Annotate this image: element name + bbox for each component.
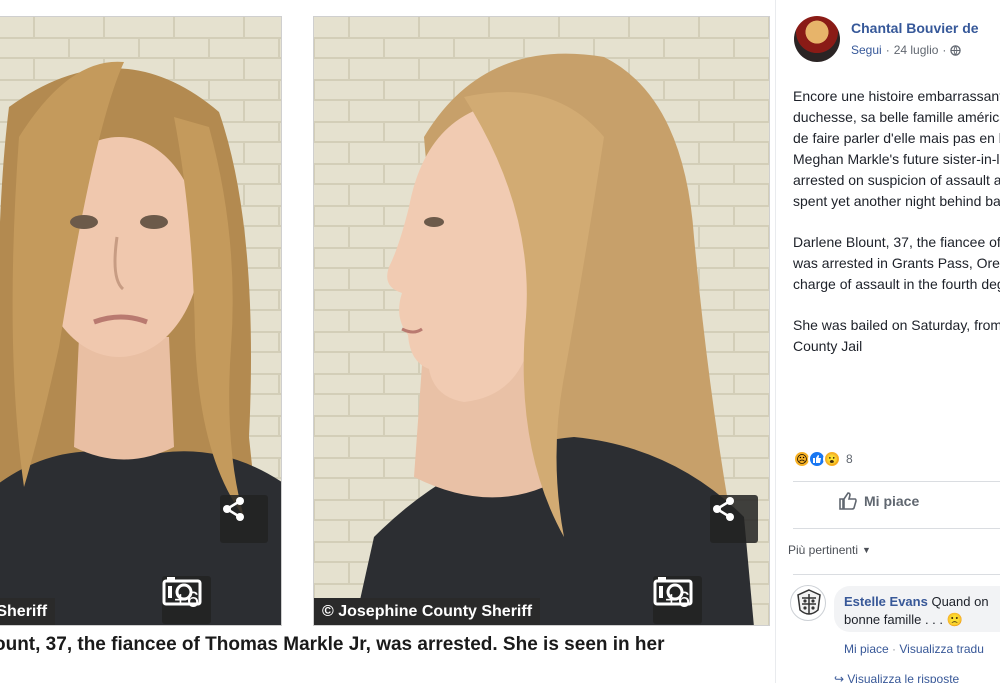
mugshot-profile-photo[interactable]: +6 © Josephine County Sheriff — [313, 16, 770, 626]
post-paragraph: She was bailed on Saturday, from Josephi… — [793, 317, 1000, 354]
comment-text-continued: bonne famille . . . — [844, 612, 943, 627]
gallery-button[interactable]: +6 — [653, 576, 703, 624]
reaction-count: 8 — [846, 452, 853, 466]
like-button[interactable]: Mi piace — [838, 491, 919, 511]
emoji-icon: 🙁 — [946, 612, 963, 627]
mugshot-front-photo[interactable]: +6 © Josephine County Sheriff — [0, 16, 282, 626]
follow-link[interactable]: Segui — [851, 43, 882, 57]
comment-author[interactable]: Estelle Evans — [844, 594, 928, 609]
view-replies-link[interactable]: ↪ Visualizza le risposte — [834, 672, 959, 683]
mugshot-profile-illustration — [314, 17, 769, 625]
divider — [793, 528, 1000, 529]
comment-filter-label: Più pertinenti — [788, 543, 859, 557]
globe-icon — [950, 44, 962, 56]
post-date[interactable]: 24 luglio — [894, 43, 939, 57]
gallery-button[interactable]: +6 — [162, 576, 212, 624]
translate-link[interactable]: Visualizza tradu — [899, 642, 984, 656]
comment-filter-dropdown[interactable]: Più pertinenti ▼ — [788, 543, 871, 557]
camera-icon — [162, 577, 202, 606]
article-image-area: +6 © Josephine County Sheriff — [0, 0, 775, 683]
post-meta: Segui · 24 luglio · — [851, 43, 962, 57]
thumbs-up-icon — [839, 492, 857, 510]
photo-credit: © Josephine County Sheriff — [0, 598, 56, 625]
facebook-post-panel: Chantal Bouvier de Segui · 24 luglio · E… — [775, 0, 1000, 683]
image-caption: Darlene Blount, 37, the fiancee of Thoma… — [0, 634, 665, 655]
reactions-summary[interactable]: ☹ 😮 8 — [793, 450, 853, 468]
divider — [793, 574, 1000, 575]
share-button[interactable] — [710, 495, 758, 543]
author-avatar[interactable] — [794, 16, 840, 62]
like-label: Mi piace — [864, 493, 920, 509]
comment-text: Quand on — [931, 594, 989, 609]
post-author-name[interactable]: Chantal Bouvier de — [851, 20, 979, 36]
coat-of-arms-icon — [797, 589, 821, 615]
post-text: Encore une histoire embarrassante pour l… — [793, 86, 1000, 377]
comment-actions: Mi piace · Visualizza tradu — [844, 642, 984, 656]
reply-arrow-icon: ↪ — [834, 672, 848, 683]
caret-down-icon: ▼ — [862, 545, 871, 555]
view-replies-label: Visualizza le risposte — [847, 672, 960, 683]
share-icon — [223, 497, 244, 521]
camera-icon — [653, 577, 693, 606]
post-paragraph: Encore une histoire embarrassante pour l… — [793, 88, 1000, 209]
photo-credit: © Josephine County Sheriff — [314, 598, 541, 625]
share-button[interactable] — [220, 495, 268, 543]
comment-like-link[interactable]: Mi piace — [844, 642, 889, 656]
divider — [793, 481, 1000, 482]
wow-reaction-icon: 😮 — [823, 450, 841, 468]
share-icon — [713, 497, 734, 521]
commenter-avatar[interactable] — [790, 585, 826, 621]
post-paragraph: Darlene Blount, 37, the fiancee of Thoma… — [793, 234, 1000, 292]
comment-bubble: Estelle Evans Quand on bonne famille . .… — [834, 586, 1000, 632]
